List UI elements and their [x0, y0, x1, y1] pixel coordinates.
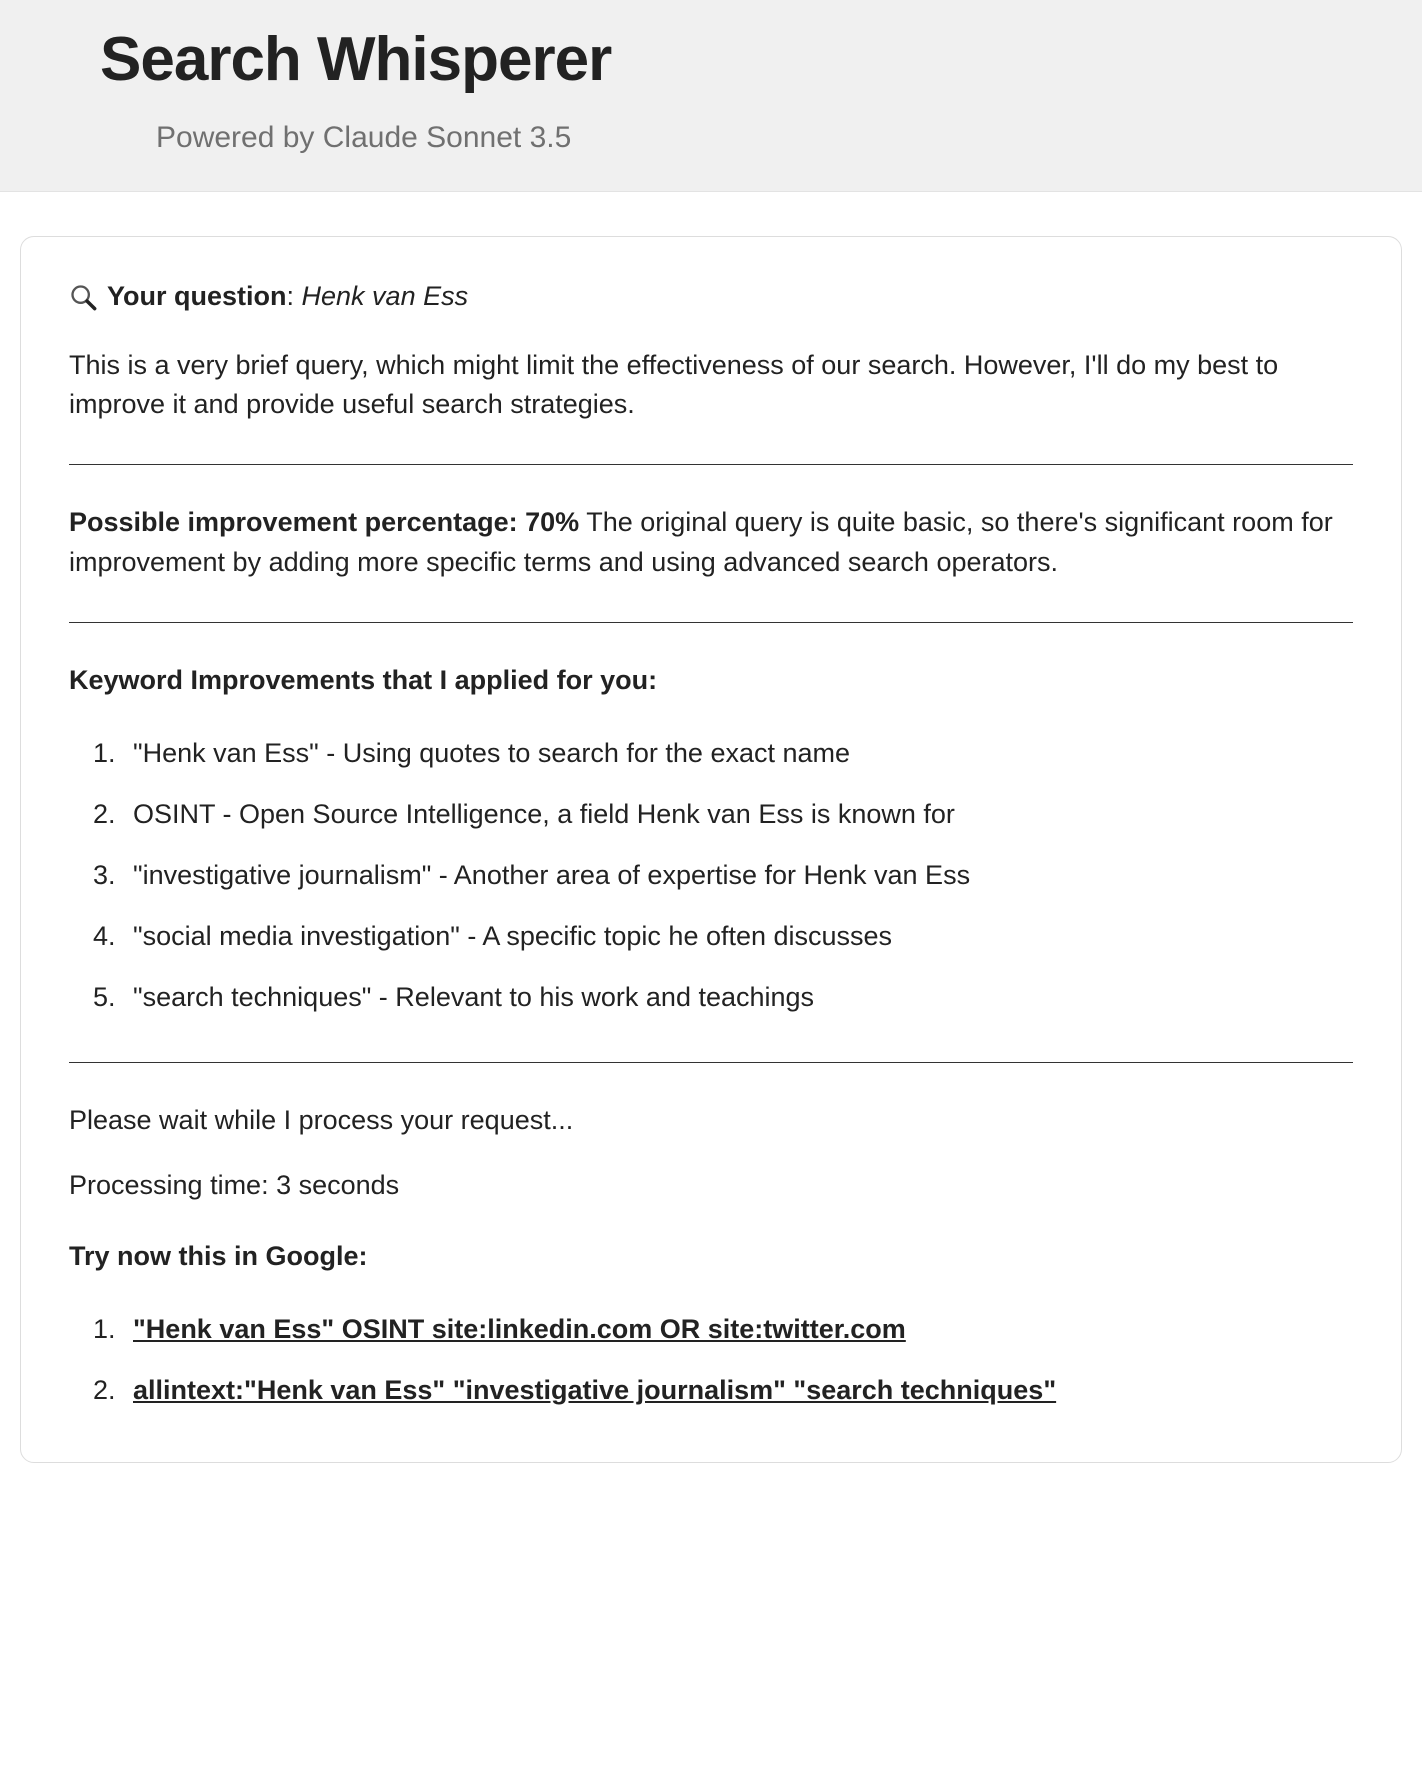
wait-text: Please wait while I process your request…: [69, 1101, 1353, 1140]
app-title: Search Whisperer: [100, 24, 1322, 95]
improvement-paragraph: Possible improvement percentage: 70% The…: [69, 503, 1353, 581]
list-item: OSINT - Open Source Intelligence, a fiel…: [123, 795, 1353, 834]
try-heading: Try now this in Google:: [69, 1237, 1353, 1276]
keywords-heading: Keyword Improvements that I applied for …: [69, 661, 1353, 700]
list-item: "investigative journalism" - Another are…: [123, 856, 1353, 895]
processing-time: Processing time: 3 seconds: [69, 1166, 1353, 1205]
try-list: "Henk van Ess" OSINT site:linkedin.com O…: [69, 1310, 1353, 1410]
question-line: Your question: Henk van Ess: [69, 277, 1353, 316]
search-query-link[interactable]: "Henk van Ess" OSINT site:linkedin.com O…: [133, 1314, 906, 1344]
list-item: "Henk van Ess" - Using quotes to search …: [123, 734, 1353, 773]
app-header: Search Whisperer Powered by Claude Sonne…: [0, 0, 1422, 192]
keywords-list: "Henk van Ess" - Using quotes to search …: [69, 734, 1353, 1018]
list-item: "Henk van Ess" OSINT site:linkedin.com O…: [123, 1310, 1353, 1349]
improvement-label: Possible improvement percentage: 70%: [69, 507, 579, 537]
list-item: "social media investigation" - A specifi…: [123, 917, 1353, 956]
list-item: "search techniques" - Relevant to his wo…: [123, 978, 1353, 1017]
list-item: allintext:"Henk van Ess" "investigative …: [123, 1371, 1353, 1410]
intro-text: This is a very brief query, which might …: [69, 346, 1353, 424]
app-subtitle: Powered by Claude Sonnet 3.5: [156, 121, 1322, 155]
search-query-link[interactable]: allintext:"Henk van Ess" "investigative …: [133, 1375, 1056, 1405]
question-label: Your question: [107, 281, 287, 311]
divider: [69, 622, 1353, 623]
result-card: Your question: Henk van Ess This is a ve…: [20, 236, 1402, 1463]
magnifier-icon: [69, 283, 97, 311]
question-value: Henk van Ess: [302, 281, 469, 311]
divider: [69, 1062, 1353, 1063]
divider: [69, 464, 1353, 465]
